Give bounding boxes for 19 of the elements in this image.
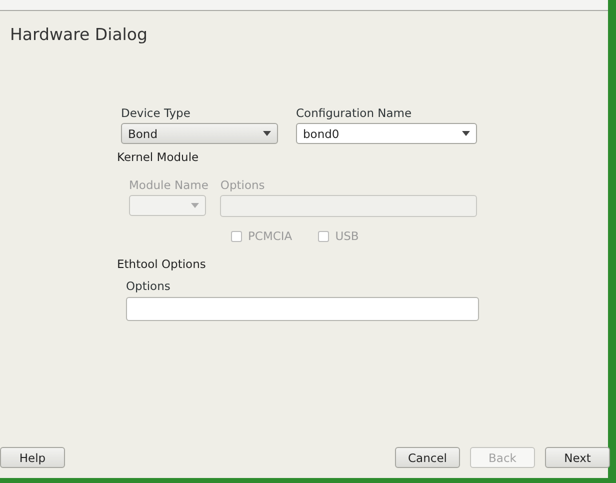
caret-icon — [191, 203, 199, 208]
dialog-button[interactable]: Cancel — [395, 447, 460, 468]
caret-icon — [263, 131, 271, 136]
field-label: Device Type — [121, 106, 190, 120]
dialog-title: Hardware Dialog — [10, 25, 148, 44]
dialog-button[interactable]: Help — [0, 447, 65, 468]
section-heading: Ethtool Options — [117, 257, 206, 271]
dropdown[interactable]: Bond — [121, 123, 278, 144]
checkbox-label: PCMCIA — [248, 229, 292, 243]
dropdown[interactable]: bond0 — [296, 123, 477, 144]
field-label: Configuration Name — [296, 106, 412, 120]
checkbox-label: USB — [335, 229, 359, 243]
section-heading: Kernel Module — [117, 150, 199, 164]
text-field[interactable] — [126, 297, 479, 321]
field-label: Module Name — [129, 178, 208, 192]
caret-icon — [462, 131, 470, 136]
field-label: Options — [126, 279, 170, 293]
dialog-button[interactable]: Next — [545, 447, 610, 468]
field-label: Options — [220, 178, 265, 192]
